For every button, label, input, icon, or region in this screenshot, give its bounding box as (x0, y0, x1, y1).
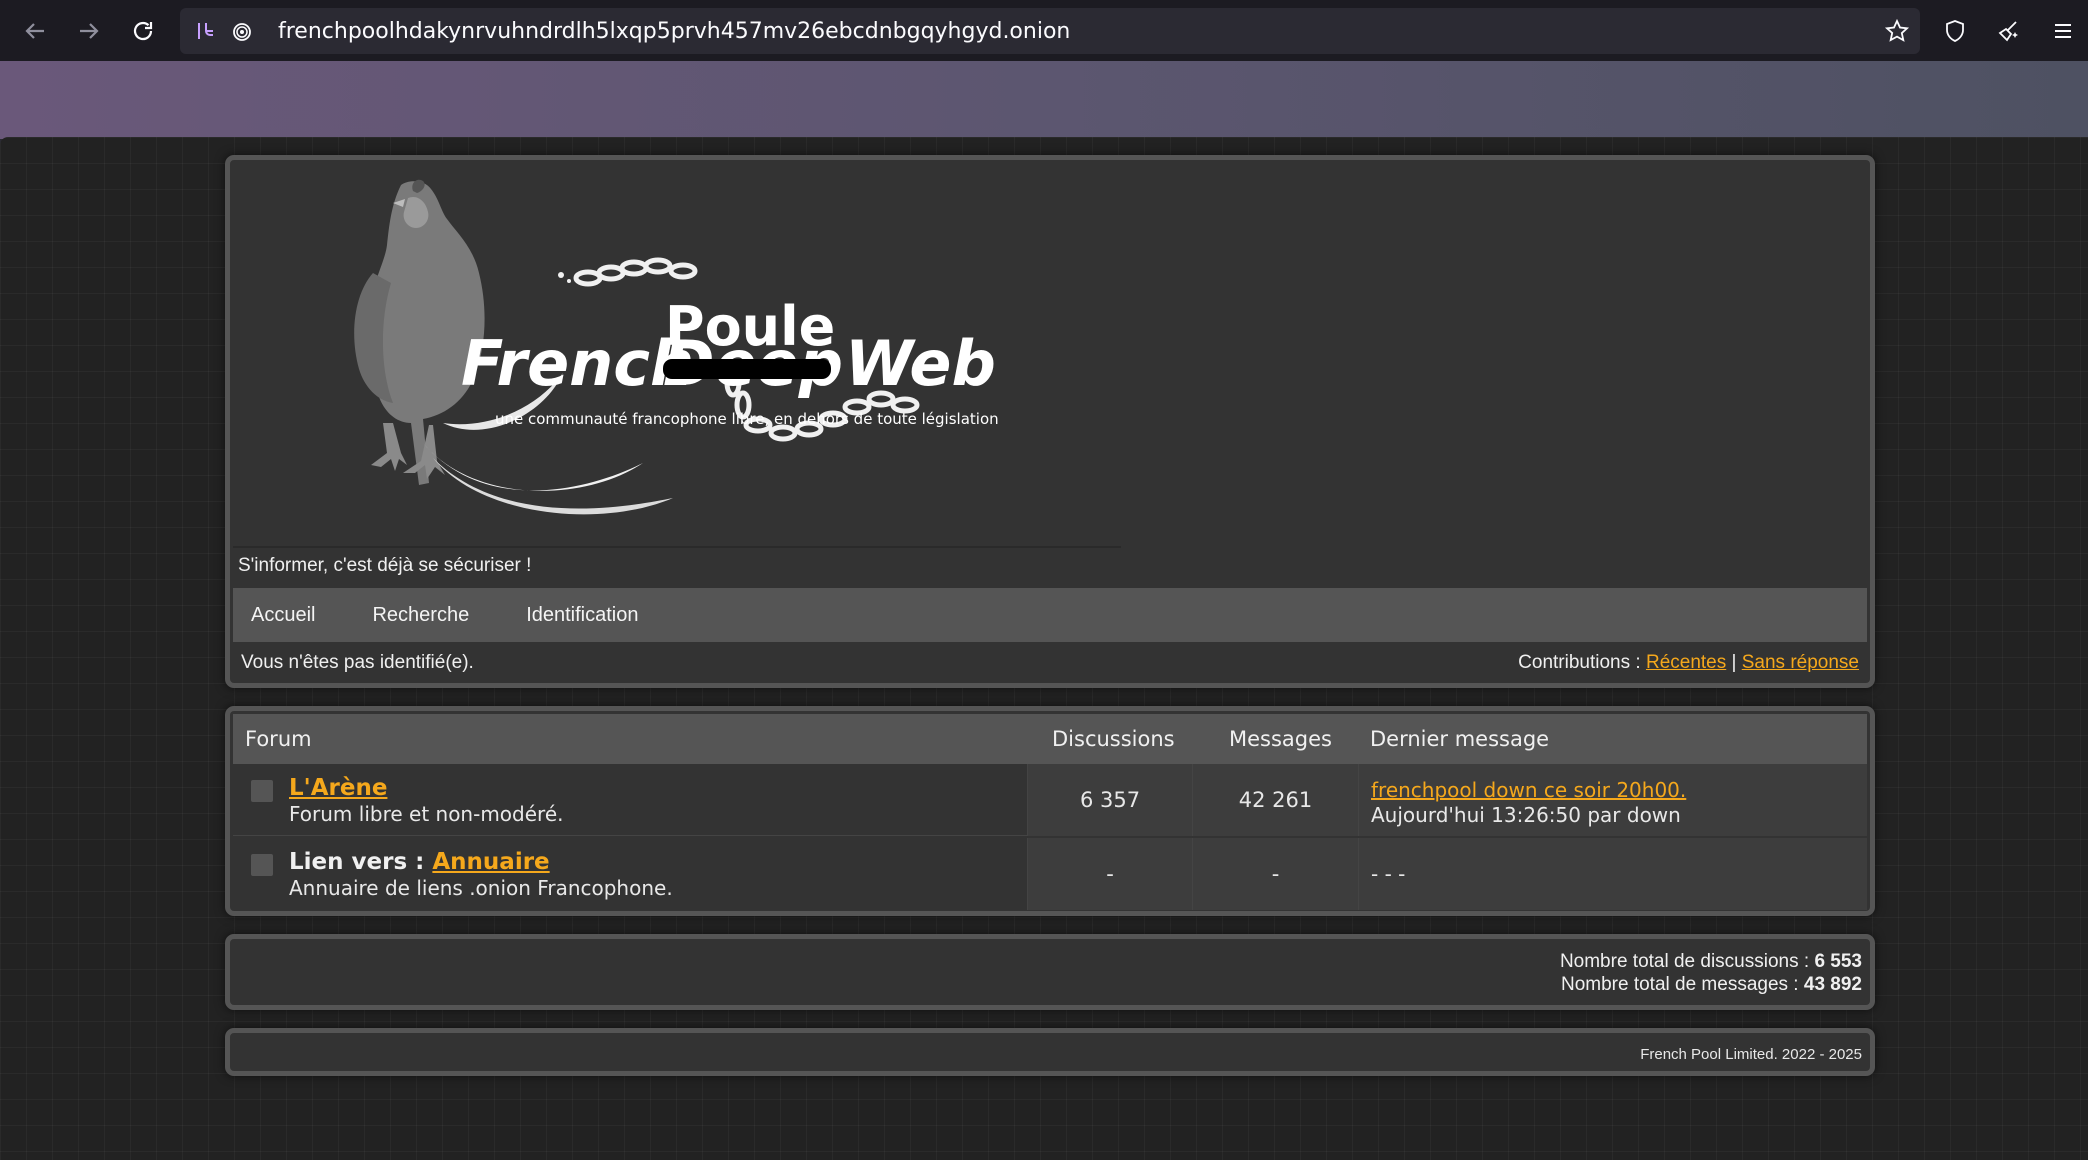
banner-divider (233, 546, 1121, 548)
menu-item-identification[interactable]: Identification (508, 604, 661, 627)
forum-last-message: - - - (1358, 838, 1867, 910)
toolbar-gradient-band (0, 61, 2088, 139)
site-tagline: S'informer, c'est déjà se sécuriser ! (238, 555, 532, 576)
last-message-meta: Aujourd'hui 13:26:50 par down (1371, 803, 1681, 827)
board-stats: Nombre total de discussions : 6 553 Nomb… (1560, 950, 1862, 996)
tor-circuit-icon[interactable] (188, 8, 224, 54)
forum-discussions-count: 6 357 (1027, 764, 1192, 836)
bookmark-star-icon[interactable] (1870, 0, 1924, 61)
header-box: French Deep Poule Web une communauté fra… (225, 155, 1875, 688)
forum-title: Lien vers : Annuaire (289, 849, 550, 875)
forum-status-icon (251, 780, 273, 802)
total-messages-label: Nombre total de messages : (1560, 974, 1799, 995)
forum-messages-count: - (1192, 838, 1358, 910)
forum-title-link[interactable]: Annuaire (432, 849, 549, 875)
logo-french-text: French (461, 327, 694, 400)
browser-toolbar: frenchpoolhdakynrvuhndrdlh5lxqp5prvh457m… (0, 0, 2088, 61)
forum-last-message: frenchpool down ce soir 20h00. Aujourd'h… (1358, 764, 1867, 836)
forum-description: Forum libre et non-modéré. (289, 802, 564, 826)
shield-icon[interactable] (1928, 0, 1982, 61)
back-icon[interactable] (8, 0, 62, 61)
forum-status-icon (251, 854, 273, 876)
site-logo[interactable]: French Deep Poule Web une communauté fra… (233, 163, 1233, 563)
status-row: Vous n'êtes pas identifié(e). Contributi… (233, 642, 1867, 684)
header-messages: Messages (1229, 727, 1332, 751)
forum-row: L'Arène Forum libre et non-modéré. 6 357… (233, 764, 1867, 836)
footer-box: French Pool Limited. 2022 - 2025 (225, 1028, 1875, 1076)
last-message-meta: - - - (1371, 861, 1406, 886)
menu-item-accueil[interactable]: Accueil (233, 604, 338, 627)
last-message-link[interactable]: frenchpool down ce soir 20h00. (1371, 778, 1686, 802)
forum-title-link[interactable]: L'Arène (289, 775, 387, 801)
total-discussions-line: Nombre total de discussions : 6 553 (1560, 950, 1862, 973)
forum-row: Lien vers : Annuaire Annuaire de liens .… (233, 838, 1867, 910)
main-menu: Accueil Recherche Identification (233, 588, 1867, 642)
logo-poule-text: Poule (665, 295, 835, 358)
recent-link[interactable]: Récentes (1646, 652, 1726, 673)
menu-item-recherche[interactable]: Recherche (354, 604, 492, 627)
url-text[interactable]: frenchpoolhdakynrvuhndrdlh5lxqp5prvh457m… (278, 19, 1070, 44)
total-messages-value: 43 892 (1803, 974, 1862, 995)
reload-icon[interactable] (116, 0, 170, 61)
forum-title-prefix: Lien vers : (289, 849, 425, 875)
forum-table-header: Forum Discussions Messages Dernier messa… (233, 714, 1867, 764)
contributions-links: Contributions : Récentes | Sans réponse (1518, 652, 1859, 674)
login-status: Vous n'êtes pas identifié(e). (241, 652, 474, 673)
logo-subtitle: une communauté francophone libre, en deh… (495, 410, 999, 428)
logo-web-text: Web (845, 327, 996, 400)
stats-box: Nombre total de discussions : 6 553 Nomb… (225, 934, 1875, 1010)
hamburger-menu-icon[interactable] (2036, 0, 2088, 61)
total-discussions-label: Nombre total de discussions : (1559, 951, 1810, 972)
header-last-message: Dernier message (1370, 727, 1550, 751)
url-bar[interactable]: frenchpoolhdakynrvuhndrdlh5lxqp5prvh457m… (180, 8, 1920, 54)
header-discussions: Discussions (1052, 727, 1175, 751)
unanswered-link[interactable]: Sans réponse (1742, 652, 1859, 673)
total-messages-line: Nombre total de messages : 43 892 (1560, 973, 1862, 996)
header-forum: Forum (245, 727, 312, 751)
onion-icon[interactable] (224, 8, 260, 54)
contributions-label: Contributions : (1518, 652, 1641, 673)
forward-icon[interactable] (62, 0, 116, 61)
site-banner: French Deep Poule Web une communauté fra… (233, 163, 1867, 589)
contributions-separator: | (1731, 652, 1737, 673)
total-discussions-value: 6 553 (1814, 951, 1862, 972)
forum-messages-count: 42 261 (1192, 764, 1358, 836)
footer-copyright: French Pool Limited. 2022 - 2025 (1640, 1046, 1862, 1063)
new-identity-broom-icon[interactable] (1982, 0, 2036, 61)
forum-description: Annuaire de liens .onion Francophone. (289, 876, 673, 900)
forum-discussions-count: - (1027, 838, 1192, 910)
forum-table: Forum Discussions Messages Dernier messa… (225, 706, 1875, 916)
logo-strikethrough (663, 359, 831, 379)
